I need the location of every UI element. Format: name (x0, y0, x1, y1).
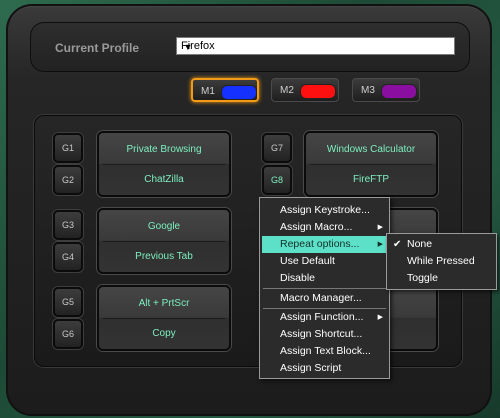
gkey-g2[interactable]: G2 (53, 165, 83, 195)
macro-button-g1-g2[interactable]: Private Browsing ChatZilla (97, 131, 231, 197)
menu-item-label: Assign Shortcut... (280, 328, 363, 340)
macro-top-label: Alt + PrtScr (138, 298, 190, 309)
menu-item-label: Assign Function... (280, 311, 364, 323)
color-swatch (221, 85, 257, 100)
profile-select[interactable]: Firefox ▼ (176, 37, 455, 55)
menu-item-use-default[interactable]: Use Default (262, 253, 387, 270)
divider (103, 318, 225, 319)
chevron-right-icon: ▶ (377, 224, 383, 231)
submenu-item-none[interactable]: ✔ None (389, 236, 494, 253)
macro-top-label: Private Browsing (126, 144, 202, 155)
menu-separator (263, 288, 386, 289)
menu-item-assign-macro[interactable]: Assign Macro... ▶ (262, 219, 387, 236)
gkey-g1[interactable]: G1 (53, 133, 83, 163)
chevron-right-icon: ▶ (377, 314, 383, 321)
tab-label: M3 (361, 85, 375, 96)
tab-m1[interactable]: M1 (191, 78, 259, 102)
gkey-g5[interactable]: G5 (53, 287, 83, 317)
divider (310, 164, 432, 165)
menu-item-assign-script[interactable]: Assign Script (262, 360, 387, 377)
menu-item-label: Assign Script (280, 362, 342, 374)
menu-item-label: Macro Manager... (280, 292, 362, 304)
chevron-down-icon[interactable]: ▼ (181, 40, 195, 54)
macro-bottom-label: ChatZilla (144, 174, 184, 185)
submenu-item-label: Toggle (407, 272, 438, 284)
submenu-item-label: None (407, 238, 433, 250)
menu-item-repeat-options[interactable]: Repeat options... ▶ (262, 236, 387, 253)
menu-item-label: Repeat options... (280, 238, 360, 250)
repeat-options-submenu: ✔ None While Pressed Toggle (386, 233, 497, 290)
menu-item-assign-function[interactable]: Assign Function... ▶ (262, 309, 387, 326)
macro-button-g5-g6[interactable]: Alt + PrtScr Copy (97, 285, 231, 351)
menu-item-assign-shortcut[interactable]: Assign Shortcut... (262, 326, 387, 343)
submenu-item-label: While Pressed (407, 255, 475, 267)
macro-button-g7-g8[interactable]: Windows Calculator FireFTP (304, 131, 438, 197)
menu-item-disable[interactable]: Disable (262, 270, 387, 287)
checkmark-icon: ✔ (393, 239, 402, 250)
macro-button-g3-g4[interactable]: Google Previous Tab (97, 208, 231, 274)
macro-top-label: Google (147, 221, 181, 232)
macro-bottom-label: FireFTP (352, 174, 390, 185)
tab-label: M2 (280, 85, 294, 96)
gkey-g6[interactable]: G6 (53, 319, 83, 349)
menu-item-label: Assign Macro... (280, 221, 353, 233)
submenu-item-while-pressed[interactable]: While Pressed (389, 253, 494, 270)
tab-label: M1 (201, 86, 215, 97)
chevron-right-icon: ▶ (377, 241, 383, 248)
macro-bottom-label: Previous Tab (135, 251, 193, 262)
tab-m3[interactable]: M3 (352, 78, 420, 102)
menu-item-assign-text-block[interactable]: Assign Text Block... (262, 343, 387, 360)
current-profile-label: Current Profile (55, 41, 140, 55)
menu-item-label: Assign Text Block... (280, 345, 371, 357)
gkey-g7[interactable]: G7 (262, 133, 292, 163)
divider (103, 164, 225, 165)
menu-item-macro-manager[interactable]: Macro Manager... (262, 290, 387, 307)
menu-item-assign-keystroke[interactable]: Assign Keystroke... (262, 202, 387, 219)
menu-item-label: Assign Keystroke... (280, 204, 370, 216)
tab-m2[interactable]: M2 (271, 78, 339, 102)
context-menu: Assign Keystroke... Assign Macro... ▶ Rep… (259, 197, 390, 379)
color-swatch (381, 84, 417, 99)
menu-item-label: Disable (280, 272, 316, 284)
divider (103, 241, 225, 242)
gkey-g4[interactable]: G4 (53, 242, 83, 272)
gkey-g3[interactable]: G3 (53, 210, 83, 240)
macro-bottom-label: Copy (152, 328, 176, 339)
macro-top-label: Windows Calculator (326, 144, 416, 155)
submenu-item-toggle[interactable]: Toggle (389, 270, 494, 287)
gkey-g8[interactable]: G8 (262, 165, 292, 195)
menu-item-label: Use Default (280, 255, 335, 267)
color-swatch (300, 84, 336, 99)
